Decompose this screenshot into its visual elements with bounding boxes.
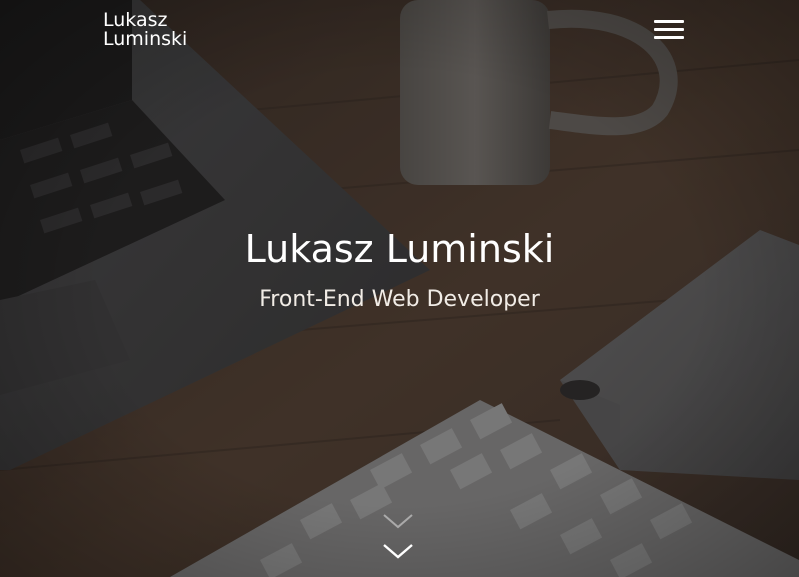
scroll-down-button[interactable] xyxy=(378,509,418,563)
hero-title: Lukasz Luminski xyxy=(244,227,555,271)
hero-section: Lukasz Luminski Lukasz Luminski Front-En… xyxy=(0,0,799,577)
site-logo[interactable]: Lukasz Luminski xyxy=(103,11,187,49)
double-chevron-down-icon xyxy=(383,514,413,559)
logo-last-name: Luminski xyxy=(103,28,188,50)
hamburger-menu-button[interactable] xyxy=(652,19,686,41)
hamburger-menu-bar xyxy=(654,28,684,31)
hero-subtitle: Front-End Web Developer xyxy=(259,287,540,312)
hamburger-menu-bar xyxy=(654,36,684,39)
hamburger-menu-icon xyxy=(654,20,684,23)
